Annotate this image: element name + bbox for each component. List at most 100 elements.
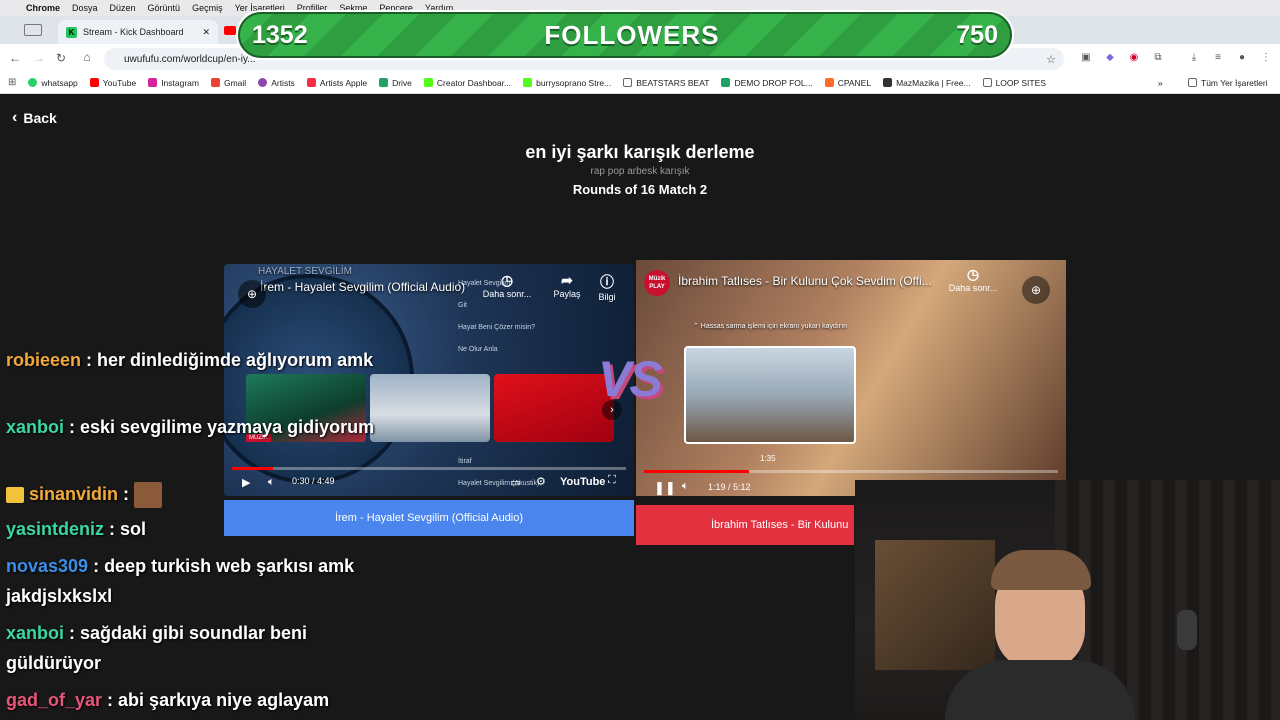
bookmark-item[interactable]: Gmail [210,77,247,88]
sidebar-toggle-icon[interactable] [24,24,42,36]
chat-username: robieeen [6,350,82,370]
volume-icon[interactable]: 🔈︎ [682,480,689,493]
watch-later-button[interactable]: ◷ Daha sonr... [948,266,998,293]
bookmark-item[interactable]: burrysoprano Stre... [523,78,611,88]
button-label: Daha sonr... [948,283,998,293]
microphone-icon [1177,610,1197,650]
back-button[interactable]: ‹ Back [12,109,57,127]
bookmark-item[interactable]: Artists Apple [306,77,368,88]
folder-icon [623,78,633,87]
chat-message: yasintdeniz : sol [6,519,147,539]
chevron-right-icon[interactable]: » [1158,78,1163,88]
chat-message: gad_of_yar : abi şarkıya niye aglayam [6,690,330,710]
hint-text: Hassas sarma işlemi için ekranı yukarı k… [700,323,848,330]
pause-icon[interactable]: ❚❚ [654,480,676,496]
subtitles-icon[interactable]: ▭ [510,476,520,489]
playlist-item[interactable]: Hayalet Sevgilim (Akustik) [458,474,539,494]
close-icon[interactable]: ✕ [202,27,210,38]
menu-history[interactable]: Geçmiş [192,3,223,13]
chat-text: eski sevgilime yazmaya gidiyorum [80,417,375,437]
page-subtitle: rap pop arbesk karışık [590,166,690,177]
reload-icon[interactable]: ↻ [50,51,72,65]
profile-icon[interactable]: ● [1236,52,1248,64]
menu-file[interactable]: Dosya [72,3,98,13]
bookmark-item[interactable]: Drive [379,78,412,88]
chat-username: sinanvidin [29,484,119,504]
folder-icon [1188,78,1197,87]
puzzle-icon[interactable]: ⧉ [1152,52,1164,64]
bookmark-label: BEATSTARS BEAT [636,77,710,88]
extension-icon[interactable]: ▣ [1080,52,1092,64]
emote-icon [134,482,163,509]
chevron-left-icon: ‹ [12,109,18,126]
related-video-thumbnail[interactable] [494,374,614,442]
follower-label: FOLLOWERS [544,19,720,50]
kick-icon [523,78,533,87]
bookmark-item[interactable]: whatsapp [28,78,78,88]
home-icon[interactable]: ⌂ [76,50,98,64]
bookmark-item[interactable]: LOOP SITES [982,78,1046,88]
whatsapp-icon [28,78,38,87]
channel-logo[interactable]: Müzik PLAY [644,270,670,296]
bookmark-label: Artists Apple [319,77,368,88]
preview-time: 1:35 [760,454,776,463]
record-icon[interactable]: ◉ [1128,52,1140,64]
zoom-icon[interactable]: ⊕ [1022,276,1050,304]
bookmark-label: Drive [392,77,412,88]
fullscreen-icon[interactable]: ⛶ [608,474,616,487]
menu-chrome[interactable]: Chrome [26,3,60,13]
forward-arrow-icon[interactable]: → [28,51,50,65]
tab-kick-dashboard[interactable]: K Stream - Kick Dashboard ✕ [58,20,218,44]
right-video-player[interactable]: Müzik PLAY İbrahim Tatlıses - Bir Kulunu… [636,260,1066,496]
chat-username: novas309 [6,556,89,576]
menu-edit[interactable]: Düzen [110,3,136,13]
playlist-item[interactable]: Hayat Beni Çözer misin? [458,318,535,338]
apps-grid-icon[interactable]: ⊞ [8,77,16,88]
bookmark-label: MazMazika | Free... [896,77,971,88]
download-icon[interactable]: ⤓ [1188,52,1200,64]
chat-text: sol [120,519,147,539]
gmail-icon [210,78,220,87]
follower-count: 1352 [252,20,308,49]
bookmarks-bar: ⊞ whatsapp YouTube Instagram Gmail Artis… [0,72,1280,94]
media-icon[interactable]: ≡ [1212,52,1224,64]
bookmark-label: burrysoprano Stre... [536,77,612,88]
all-bookmarks[interactable]: Tüm Yer İşaretleri [1188,78,1268,88]
bookmark-item[interactable]: MazMazika | Free... [883,77,971,88]
seek-progress [644,470,749,473]
streamer-shirt [945,660,1135,720]
chat-username: gad_of_yar [6,690,103,710]
playlist-item[interactable]: Git [458,296,467,316]
youtube-tab-icon[interactable] [224,26,236,35]
chat-username: xanboi [6,417,65,437]
playlist-item[interactable]: Hayalet Sevgilim [458,274,510,294]
bookmark-item[interactable]: CPANEL [824,78,871,88]
bookmark-item[interactable]: Artists [258,78,295,88]
zoom-icon[interactable]: ⊕ [238,280,266,308]
bookmark-item[interactable]: BEATSTARS BEAT [623,78,709,88]
chat-username: xanboi [6,623,65,643]
bookmark-item[interactable]: Creator Dashboar... [423,77,512,88]
chat-message: xanboi : sağdaki gibi soundlar beni güld… [6,623,308,673]
menu-view[interactable]: Görüntü [148,3,181,13]
playlist-item[interactable]: Ne Olur Anla [458,340,498,360]
more-menu-icon[interactable]: ⋮ [1260,52,1272,64]
bookmark-item[interactable]: YouTube [89,78,136,88]
choice-right-button[interactable]: İbrahim Tatlıses - Bir Kulunu [636,505,854,545]
mazmazika-icon [883,78,893,87]
gear-icon[interactable]: ⚙ [536,475,546,488]
bookmark-item[interactable]: Instagram [148,78,199,88]
chat-message: robieeen : her dinlediğimde ağlıyorum am… [6,350,374,370]
bookmark-label: Creator Dashboar... [436,77,512,88]
star-icon[interactable]: ☆ [1046,53,1056,66]
video-title[interactable]: İbrahim Tatlıses - Bir Kulunu Çok Sevdim… [678,274,932,288]
bookmark-label: Gmail [223,77,247,88]
youtube-logo[interactable]: YouTube [560,476,605,488]
folder-icon [982,78,992,87]
chat-message: sinanvidin : [6,479,406,509]
bookmark-item[interactable]: DEMO DROP FOL... [721,78,813,88]
back-arrow-icon[interactable]: ← [4,51,26,65]
artists-icon [258,78,268,87]
extension-icon[interactable]: ◆ [1104,52,1116,64]
chat-message: novas309 : deep turkish web şarkısı amk … [6,556,355,606]
